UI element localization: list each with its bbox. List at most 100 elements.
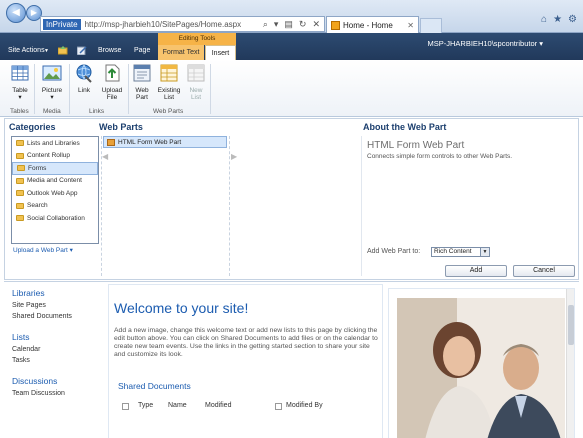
cancel-button[interactable]: Cancel (513, 265, 575, 277)
editing-tools-group: Editing Tools (158, 33, 236, 45)
team-photo (397, 298, 565, 438)
categories-list[interactable]: Lists and Libraries Content Rollup Forms… (11, 136, 99, 244)
web-part-item-selected[interactable]: HTML Form Web Part (103, 136, 227, 148)
quick-launch-item[interactable]: Site Pages (12, 302, 102, 309)
navigate-up-icon[interactable] (58, 46, 68, 55)
category-item-selected[interactable]: Forms (12, 162, 98, 175)
group-label-web-parts: Web Parts (153, 108, 184, 115)
tab-title: Home - Home (343, 20, 393, 30)
category-item[interactable]: Lists and Libraries (12, 137, 98, 150)
welcome-title: Welcome to your site! (114, 300, 249, 316)
column-divider (361, 136, 362, 276)
welcome-text: Add a new image, change this welcome tex… (114, 327, 378, 358)
quick-launch: Libraries Site Pages Shared Documents Li… (12, 288, 102, 397)
quick-launch-heading-lists[interactable]: Lists (12, 332, 102, 342)
about-web-part-description: Connects simple form controls to other W… (367, 153, 513, 160)
link-button[interactable]: Link (72, 63, 96, 94)
quick-launch-item[interactable]: Tasks (12, 357, 102, 364)
category-item[interactable]: Outlook Web App (12, 187, 98, 200)
team-photo-illustration (397, 298, 565, 438)
category-label: Content Rollup (27, 152, 70, 160)
upload-file-label: Upload File (101, 87, 123, 101)
category-label: Media and Content (27, 177, 82, 185)
prev-page-arrow-icon[interactable]: ◀ (102, 152, 108, 161)
column-divider (229, 136, 230, 276)
row-checkbox[interactable] (275, 403, 282, 410)
scrollbar-thumb[interactable] (568, 305, 574, 345)
add-button[interactable]: Add (445, 265, 507, 277)
edit-page-icon[interactable] (77, 46, 87, 55)
dropdown-icon[interactable]: ▾ (274, 19, 279, 30)
compat-icon[interactable]: ▤ (284, 19, 293, 30)
upload-file-icon (105, 64, 120, 82)
about-web-part-name: HTML Form Web Part (367, 140, 465, 151)
column-header-type[interactable]: Type (138, 402, 168, 410)
search-icon[interactable]: ⌕ (263, 19, 268, 30)
inprivate-badge: InPrivate (43, 18, 81, 30)
table-button[interactable]: Table ▾ (8, 63, 32, 101)
new-list-button[interactable]: New List (185, 63, 207, 101)
tab-format-text[interactable]: Format Text (158, 45, 204, 60)
quick-launch-heading-discussions[interactable]: Discussions (12, 376, 102, 386)
link-label: Link (78, 87, 90, 94)
quick-launch-item[interactable]: Shared Documents (12, 313, 102, 320)
shared-documents-header: Type Name Modified Modified By (122, 402, 323, 410)
folder-icon (16, 152, 24, 159)
select-all-checkbox[interactable] (122, 403, 129, 410)
favorites-icon[interactable]: ★ (553, 14, 562, 25)
about-title: About the Web Part (363, 122, 447, 132)
quick-launch-item[interactable]: Calendar (12, 346, 102, 353)
site-actions-chevron-icon: ▼ (44, 48, 49, 54)
column-header-modified-by[interactable]: Modified By (286, 402, 323, 410)
home-icon[interactable]: ⌂ (541, 14, 547, 25)
category-label: Lists and Libraries (27, 139, 80, 147)
browser-tab-home[interactable]: Home - Home ✕ (326, 16, 419, 33)
column-header-modified[interactable]: Modified (205, 402, 275, 410)
folder-icon (17, 165, 25, 172)
upload-web-part-link[interactable]: Upload a Web Part ▾ (13, 246, 73, 254)
tab-browse[interactable]: Browse (98, 47, 121, 54)
user-name: MSP-JHARBIEH10\spcontributor (427, 39, 538, 48)
column-header-name[interactable]: Name (168, 402, 205, 410)
quick-launch-item[interactable]: Team Discussion (12, 390, 102, 397)
picture-label: Picture (41, 87, 63, 94)
add-to-select[interactable]: Rich Content ▼ (431, 247, 490, 257)
group-separator (128, 64, 129, 114)
picture-chevron-icon: ▾ (50, 94, 54, 101)
folder-icon (16, 140, 24, 147)
back-button[interactable]: ◀ (6, 3, 26, 23)
shared-documents-title[interactable]: Shared Documents (118, 381, 191, 391)
picture-button[interactable]: Picture ▾ (38, 63, 66, 101)
sharepoint-icon (331, 20, 340, 30)
category-item[interactable]: Media and Content (12, 175, 98, 188)
upload-file-button[interactable]: Upload File (99, 63, 125, 101)
tab-page[interactable]: Page (134, 47, 150, 54)
folder-icon (16, 177, 24, 184)
web-part-picker: Categories Web Parts About the Web Part … (4, 118, 579, 280)
new-list-icon (187, 64, 205, 82)
page-content: Libraries Site Pages Shared Documents Li… (4, 281, 579, 438)
add-to-value: Rich Content (434, 248, 472, 255)
address-bar[interactable]: InPrivate http://msp-jharbieh10/SitePage… (40, 16, 325, 32)
tools-icon[interactable]: ⚙ (568, 14, 577, 25)
category-item[interactable]: Search (12, 200, 98, 213)
stop-icon[interactable]: ✕ (312, 19, 320, 30)
new-tab-button[interactable] (420, 18, 442, 33)
globe-link-icon (76, 64, 92, 83)
select-chevron-icon: ▼ (480, 248, 489, 256)
existing-list-button[interactable]: Existing List (156, 63, 182, 101)
refresh-icon[interactable]: ↻ (299, 19, 307, 30)
tab-insert[interactable]: Insert (205, 45, 236, 60)
category-item[interactable]: Social Collaboration (12, 212, 98, 225)
quick-launch-heading-libraries[interactable]: Libraries (12, 288, 102, 298)
category-item[interactable]: Content Rollup (12, 150, 98, 163)
site-actions-menu[interactable]: Site Actions (8, 47, 45, 54)
group-separator (34, 64, 35, 114)
next-page-arrow-icon[interactable]: ▶ (231, 152, 237, 161)
existing-list-label: Existing List (157, 87, 181, 101)
web-part-button[interactable]: Web Part (131, 63, 153, 101)
close-tab-icon[interactable]: ✕ (407, 21, 414, 30)
categories-title: Categories (9, 122, 56, 132)
vertical-scrollbar[interactable] (566, 289, 574, 438)
user-menu[interactable]: MSP-JHARBIEH10\spcontributor ▾ (428, 39, 543, 48)
